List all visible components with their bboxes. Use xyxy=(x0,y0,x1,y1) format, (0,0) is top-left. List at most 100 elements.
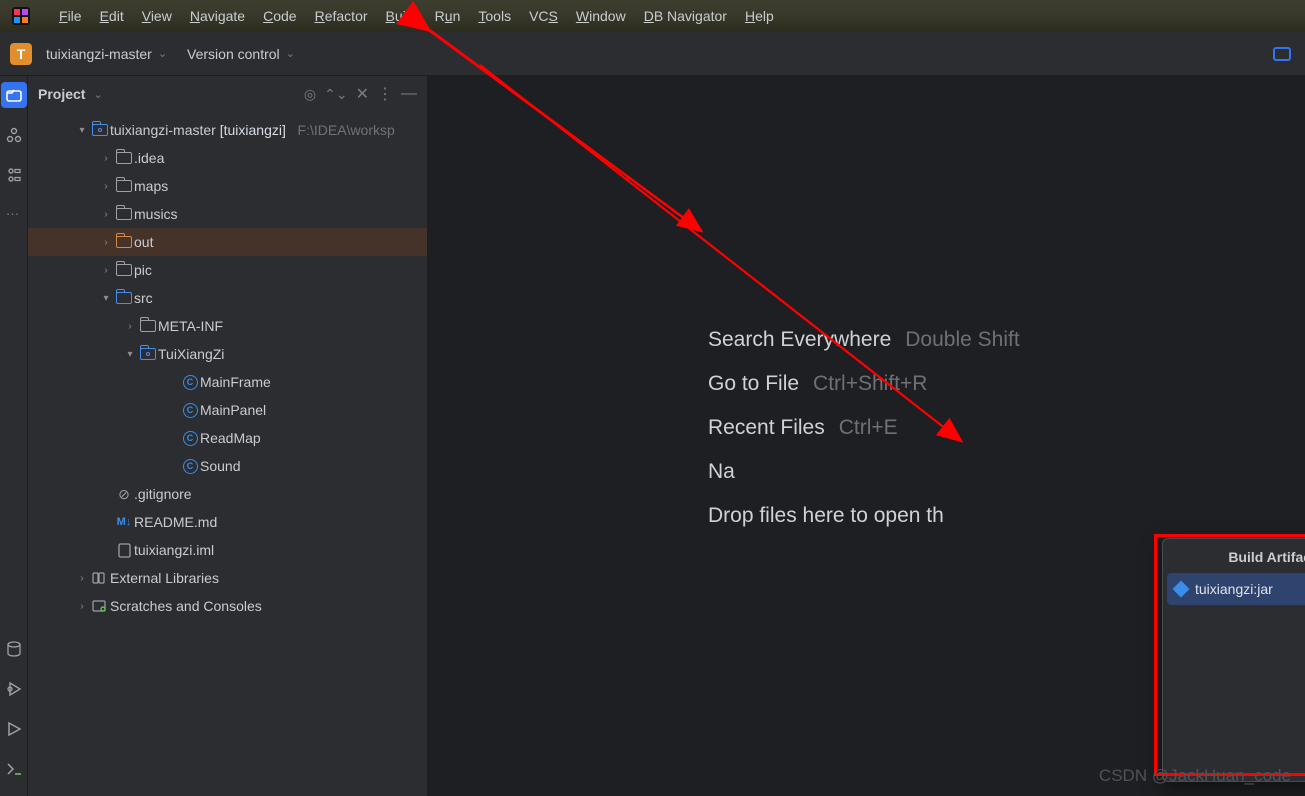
tree-folder[interactable]: › .idea xyxy=(28,144,427,172)
tree-extra[interactable]: › Scratches and Consoles xyxy=(28,592,427,620)
welcome-row: Drop files here to open th xyxy=(708,504,1020,528)
chevron-icon: ▾ xyxy=(98,293,114,304)
tree-extra[interactable]: › External Libraries xyxy=(28,564,427,592)
tree-label: musics xyxy=(134,206,178,222)
tree-file[interactable]: M↓ README.md xyxy=(28,508,427,536)
menu-code[interactable]: Code xyxy=(254,8,305,24)
menu-tools[interactable]: Tools xyxy=(469,8,520,24)
welcome-row[interactable]: Na xyxy=(708,460,1020,484)
tree-folder[interactable]: › musics xyxy=(28,200,427,228)
locate-icon[interactable]: ◎ xyxy=(304,86,316,103)
terminal-tool-icon[interactable] xyxy=(1,756,27,782)
menu-view[interactable]: View xyxy=(133,8,181,24)
file-icon xyxy=(114,543,134,558)
layout-icon[interactable] xyxy=(1273,47,1291,61)
bookmarks-tool-icon[interactable] xyxy=(1,162,27,188)
tree-class[interactable]: C MainFrame xyxy=(28,368,427,396)
file-icon: M↓ xyxy=(114,516,134,528)
tree-label: ReadMap xyxy=(200,430,261,446)
class-icon: C xyxy=(180,403,200,418)
module-icon xyxy=(90,124,110,136)
collapse-icon[interactable]: ✕ xyxy=(356,84,369,104)
tree-file[interactable]: tuixiangzi.iml xyxy=(28,536,427,564)
tree-label: TuiXiangZi xyxy=(158,346,224,362)
more-tools-icon[interactable]: … xyxy=(6,202,22,218)
vc-label: Version control xyxy=(187,46,280,62)
folder-icon xyxy=(138,348,158,360)
tree-folder[interactable]: › pic xyxy=(28,256,427,284)
welcome-row[interactable]: Search EverywhereDouble Shift xyxy=(708,328,1020,352)
welcome-row[interactable]: Go to FileCtrl+Shift+R xyxy=(708,372,1020,396)
tree-folder[interactable]: ▾ TuiXiangZi xyxy=(28,340,427,368)
tool-gutter: … xyxy=(0,76,28,796)
tree-class[interactable]: C Sound xyxy=(28,452,427,480)
menu-run[interactable]: Run xyxy=(426,8,470,24)
tree-file[interactable]: ⊘ .gitignore xyxy=(28,480,427,508)
menu-vcs[interactable]: VCS xyxy=(520,8,567,24)
chevron-icon: › xyxy=(98,181,114,192)
tree-folder[interactable]: ▾ src xyxy=(28,284,427,312)
tree-folder[interactable]: › META-INF xyxy=(28,312,427,340)
menu-bar: File Edit View Navigate Code Refactor Bu… xyxy=(0,0,1305,32)
folder-icon xyxy=(114,264,134,276)
tree-folder[interactable]: › maps xyxy=(28,172,427,200)
tree-label: src xyxy=(134,290,153,306)
chevron-icon: › xyxy=(98,209,114,220)
menu-build[interactable]: Build xyxy=(377,8,426,24)
menu-refactor[interactable]: Refactor xyxy=(306,8,377,24)
tree-label: External Libraries xyxy=(110,570,219,586)
tree-label: tuixiangzi.iml xyxy=(134,542,214,558)
chevron-icon: › xyxy=(98,237,114,248)
tree-label: .gitignore xyxy=(134,486,192,502)
menu-window[interactable]: Window xyxy=(567,8,635,24)
expand-all-icon[interactable]: ⌃⌄ xyxy=(324,86,347,103)
hide-panel-icon[interactable]: — xyxy=(401,85,417,103)
run-tool-icon[interactable] xyxy=(1,716,27,742)
tree-class[interactable]: C MainPanel xyxy=(28,396,427,424)
app-logo xyxy=(10,5,32,27)
structure-tool-icon[interactable] xyxy=(1,122,27,148)
tree-class[interactable]: C ReadMap xyxy=(28,424,427,452)
breadcrumb-project[interactable]: tuixiangzi-master ⌄ xyxy=(46,46,167,62)
tree-root[interactable]: ▾ tuixiangzi-master [tuixiangzi] F:\IDEA… xyxy=(28,116,427,144)
chevron-down-icon: ⌄ xyxy=(158,47,167,60)
services-tool-icon[interactable] xyxy=(1,676,27,702)
folder-icon xyxy=(114,236,134,248)
library-icon xyxy=(90,599,110,613)
version-control-widget[interactable]: Version control ⌄ xyxy=(187,46,295,62)
folder-icon xyxy=(114,208,134,220)
tree-label: MainFrame xyxy=(200,374,271,390)
tree-folder[interactable]: › out xyxy=(28,228,427,256)
chevron-down-icon[interactable]: ⌄ xyxy=(93,88,102,101)
menu-edit[interactable]: Edit xyxy=(91,8,133,24)
class-icon: C xyxy=(180,459,200,474)
menu-navigate[interactable]: Navigate xyxy=(181,8,254,24)
chevron-icon: ▾ xyxy=(122,349,138,360)
artifact-item[interactable]: tuixiangzi:jar › xyxy=(1167,573,1305,605)
chevron-icon: › xyxy=(74,601,90,612)
project-panel-header: Project ⌄ ◎ ⌃⌄ ✕ ⋮ — xyxy=(28,76,427,112)
tree-label: Sound xyxy=(200,458,240,474)
project-badge: T xyxy=(10,43,32,65)
tree-label: META-INF xyxy=(158,318,223,334)
folder-icon xyxy=(138,320,158,332)
editor-area: Search EverywhereDouble Shift Go to File… xyxy=(428,76,1305,796)
folder-icon xyxy=(114,152,134,164)
build-artifact-popup: Build Artifact tuixiangzi:jar › xyxy=(1162,538,1305,782)
chevron-down-icon: ⌄ xyxy=(286,47,295,60)
more-icon[interactable]: ⋮ xyxy=(377,84,393,104)
database-tool-icon[interactable] xyxy=(1,636,27,662)
nav-bar: T tuixiangzi-master ⌄ Version control ⌄ xyxy=(0,32,1305,76)
menu-file[interactable]: File xyxy=(50,8,91,24)
welcome-row[interactable]: Recent FilesCtrl+E xyxy=(708,416,1020,440)
project-panel-title: Project xyxy=(38,86,85,102)
class-icon: C xyxy=(180,431,200,446)
tree-label: tuixiangzi-master [tuixiangzi] F:\IDEA\w… xyxy=(110,122,395,138)
class-icon: C xyxy=(180,375,200,390)
tree-label: pic xyxy=(134,262,152,278)
menu-help[interactable]: Help xyxy=(736,8,783,24)
project-tool-icon[interactable] xyxy=(1,82,27,108)
menu-dbnav[interactable]: DB Navigator xyxy=(635,8,736,24)
breadcrumb-label: tuixiangzi-master xyxy=(46,46,152,62)
project-panel: Project ⌄ ◎ ⌃⌄ ✕ ⋮ — ▾ tuixiangzi-master… xyxy=(28,76,428,796)
